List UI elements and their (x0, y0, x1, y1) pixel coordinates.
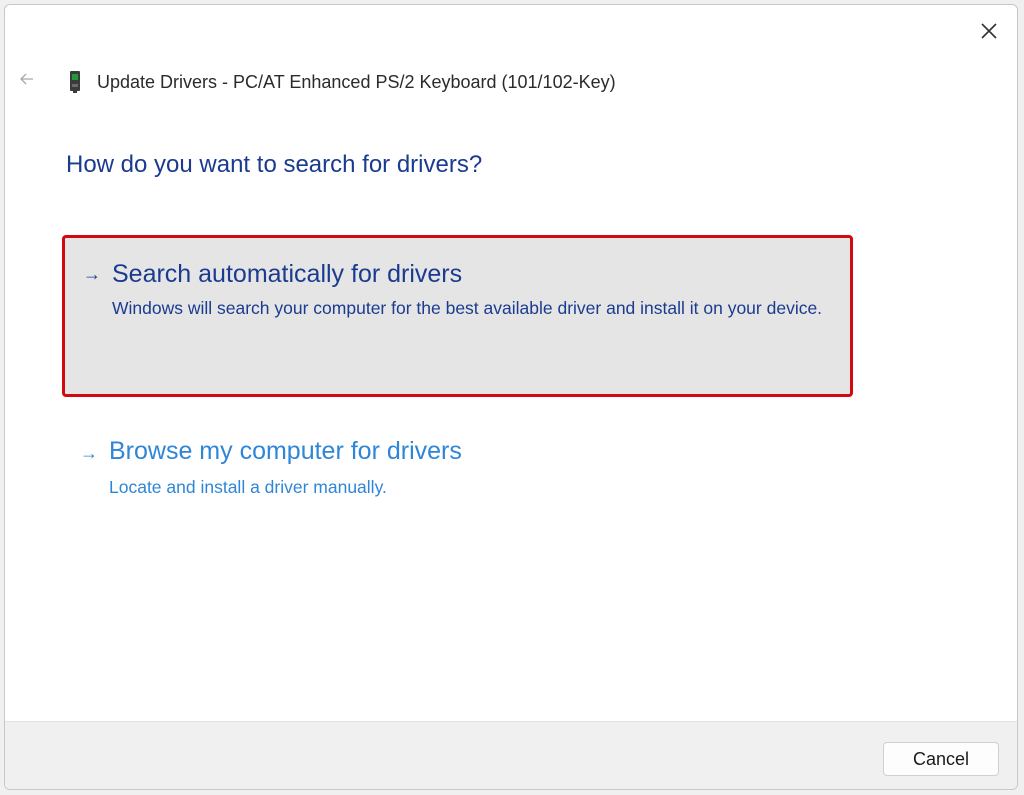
update-drivers-dialog: Update Drivers - PC/AT Enhanced PS/2 Key… (4, 4, 1018, 790)
page-heading: How do you want to search for drivers? (66, 151, 483, 178)
keyboard-device-icon (67, 70, 83, 94)
back-button[interactable] (15, 67, 39, 91)
search-automatically-option[interactable]: → Search automatically for drivers Windo… (62, 235, 853, 397)
option-description: Windows will search your computer for th… (112, 298, 823, 318)
cancel-button[interactable]: Cancel (883, 742, 999, 776)
dialog-title-row: Update Drivers - PC/AT Enhanced PS/2 Key… (67, 69, 616, 95)
browse-computer-option[interactable]: → Browse my computer for drivers Locate … (62, 430, 853, 510)
dialog-title: Update Drivers - PC/AT Enhanced PS/2 Key… (97, 71, 616, 92)
arrow-right-icon: → (80, 443, 98, 463)
close-button[interactable] (971, 15, 1007, 47)
option-title: Search automatically for drivers (112, 260, 463, 288)
dialog-footer: Cancel (5, 721, 1017, 789)
close-icon (981, 23, 997, 39)
option-description: Locate and install a driver manually. (109, 477, 387, 497)
arrow-right-icon: → (83, 264, 101, 284)
option-title: Browse my computer for drivers (109, 437, 462, 465)
back-arrow-icon (20, 73, 33, 85)
